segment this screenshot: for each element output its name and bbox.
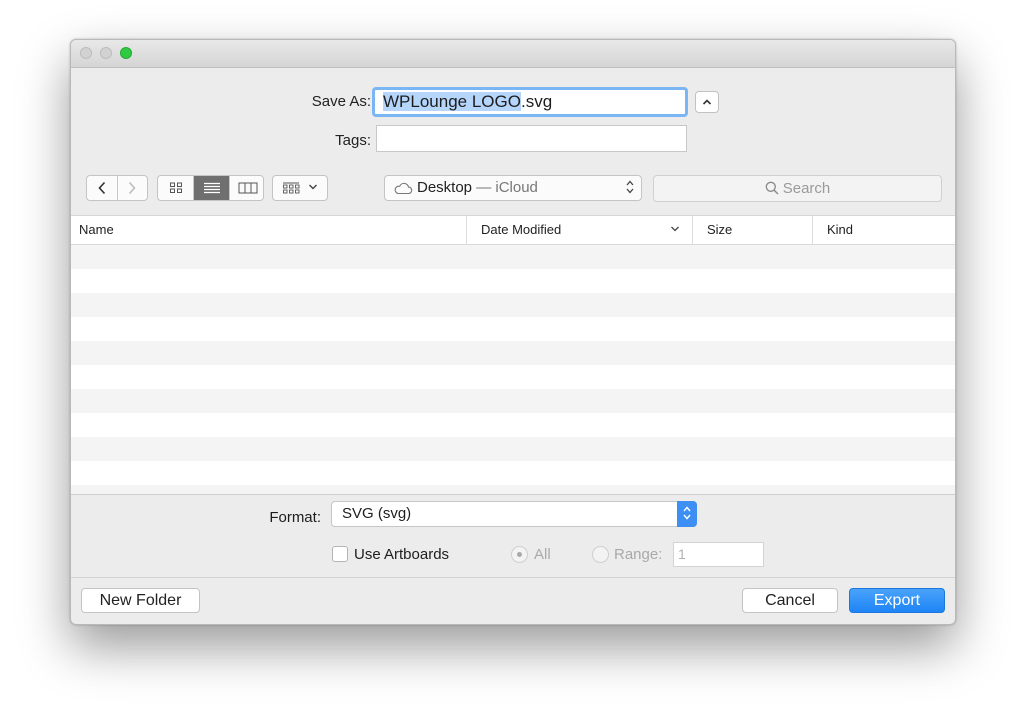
zoom-window-button[interactable]	[120, 47, 132, 59]
chevron-down-icon	[309, 184, 318, 190]
list-icon	[203, 182, 220, 194]
minimize-window-button[interactable]	[100, 47, 112, 59]
view-mode-control	[157, 175, 264, 201]
new-folder-button[interactable]: New Folder	[81, 588, 200, 613]
cancel-button[interactable]: Cancel	[742, 588, 838, 613]
icon-view-button[interactable]	[158, 176, 194, 200]
table-row	[71, 389, 955, 413]
back-button[interactable]	[87, 176, 118, 200]
column-view-button[interactable]	[229, 176, 263, 200]
close-window-button[interactable]	[80, 47, 92, 59]
chevron-left-icon	[98, 181, 106, 195]
column-date-label: Date Modified	[481, 222, 562, 237]
use-artboards-checkbox[interactable]	[332, 546, 348, 562]
format-value: SVG (svg)	[342, 505, 412, 522]
column-header-size[interactable]: Size	[692, 216, 812, 244]
title-bar	[71, 40, 955, 68]
table-row	[71, 317, 955, 341]
group-grid-icon	[282, 182, 300, 194]
updown-arrows-icon	[625, 176, 635, 198]
filename-extension-text: .svg	[520, 92, 553, 111]
list-view-button[interactable]	[194, 176, 229, 200]
tags-field[interactable]	[376, 125, 687, 152]
expand-dialog-button[interactable]	[695, 91, 719, 113]
format-label: Format:	[269, 509, 321, 526]
table-row	[71, 293, 955, 317]
location-name: Desktop	[417, 179, 473, 196]
file-list[interactable]: Name Date Modified Size Kind	[71, 215, 955, 495]
chevron-right-icon	[128, 181, 136, 195]
sort-chevron-down-icon	[670, 216, 680, 244]
forward-button[interactable]	[117, 176, 147, 200]
filename-selected-text: WPLounge LOGO	[383, 92, 521, 111]
column-header-date-modified[interactable]: Date Modified	[466, 216, 692, 244]
format-select[interactable]: SVG (svg)	[331, 501, 697, 527]
table-row	[71, 365, 955, 389]
table-row	[71, 413, 955, 437]
use-artboards-label: Use Artboards	[354, 546, 450, 563]
column-name-label: Name	[79, 222, 114, 237]
file-list-rows	[71, 245, 955, 494]
file-list-header: Name Date Modified Size Kind	[71, 216, 955, 245]
icon-grid-icon	[169, 182, 182, 193]
radio-dot	[517, 552, 522, 557]
column-header-kind[interactable]: Kind	[812, 216, 955, 244]
location-separator: —	[472, 179, 496, 196]
save-as-label: Save As:	[311, 93, 371, 110]
table-row	[71, 485, 955, 494]
tags-label: Tags:	[335, 132, 371, 149]
arrange-button[interactable]	[272, 175, 328, 201]
table-row	[71, 341, 955, 365]
export-button[interactable]: Export	[849, 588, 945, 613]
save-as-field[interactable]: WPLounge LOGO.svg	[372, 87, 688, 117]
column-kind-label: Kind	[827, 222, 854, 237]
table-row	[71, 269, 955, 293]
search-field[interactable]: Search	[653, 175, 942, 202]
all-radio[interactable]	[511, 546, 528, 563]
location-popup[interactable]: Desktop — iCloud	[384, 175, 642, 201]
column-header-name[interactable]: Name	[71, 216, 466, 244]
table-row	[71, 437, 955, 461]
columns-icon	[238, 182, 257, 194]
range-label: Range:	[614, 546, 663, 563]
chevron-up-icon	[702, 99, 712, 105]
location-service: iCloud	[495, 179, 538, 196]
all-label: All	[534, 546, 551, 563]
table-row	[71, 461, 955, 485]
updown-arrows-icon	[677, 501, 697, 527]
column-size-label: Size	[707, 222, 733, 237]
footer-divider	[71, 577, 955, 578]
table-row	[71, 245, 955, 269]
magnifier-icon	[765, 181, 779, 195]
save-dialog: Save As: WPLounge LOGO.svg Tags: Desktop…	[70, 39, 956, 625]
range-input[interactable]: 1	[673, 542, 764, 567]
navigation-buttons	[86, 175, 148, 201]
range-radio[interactable]	[592, 546, 609, 563]
search-placeholder: Search	[782, 180, 831, 197]
cloud-icon	[394, 182, 413, 195]
